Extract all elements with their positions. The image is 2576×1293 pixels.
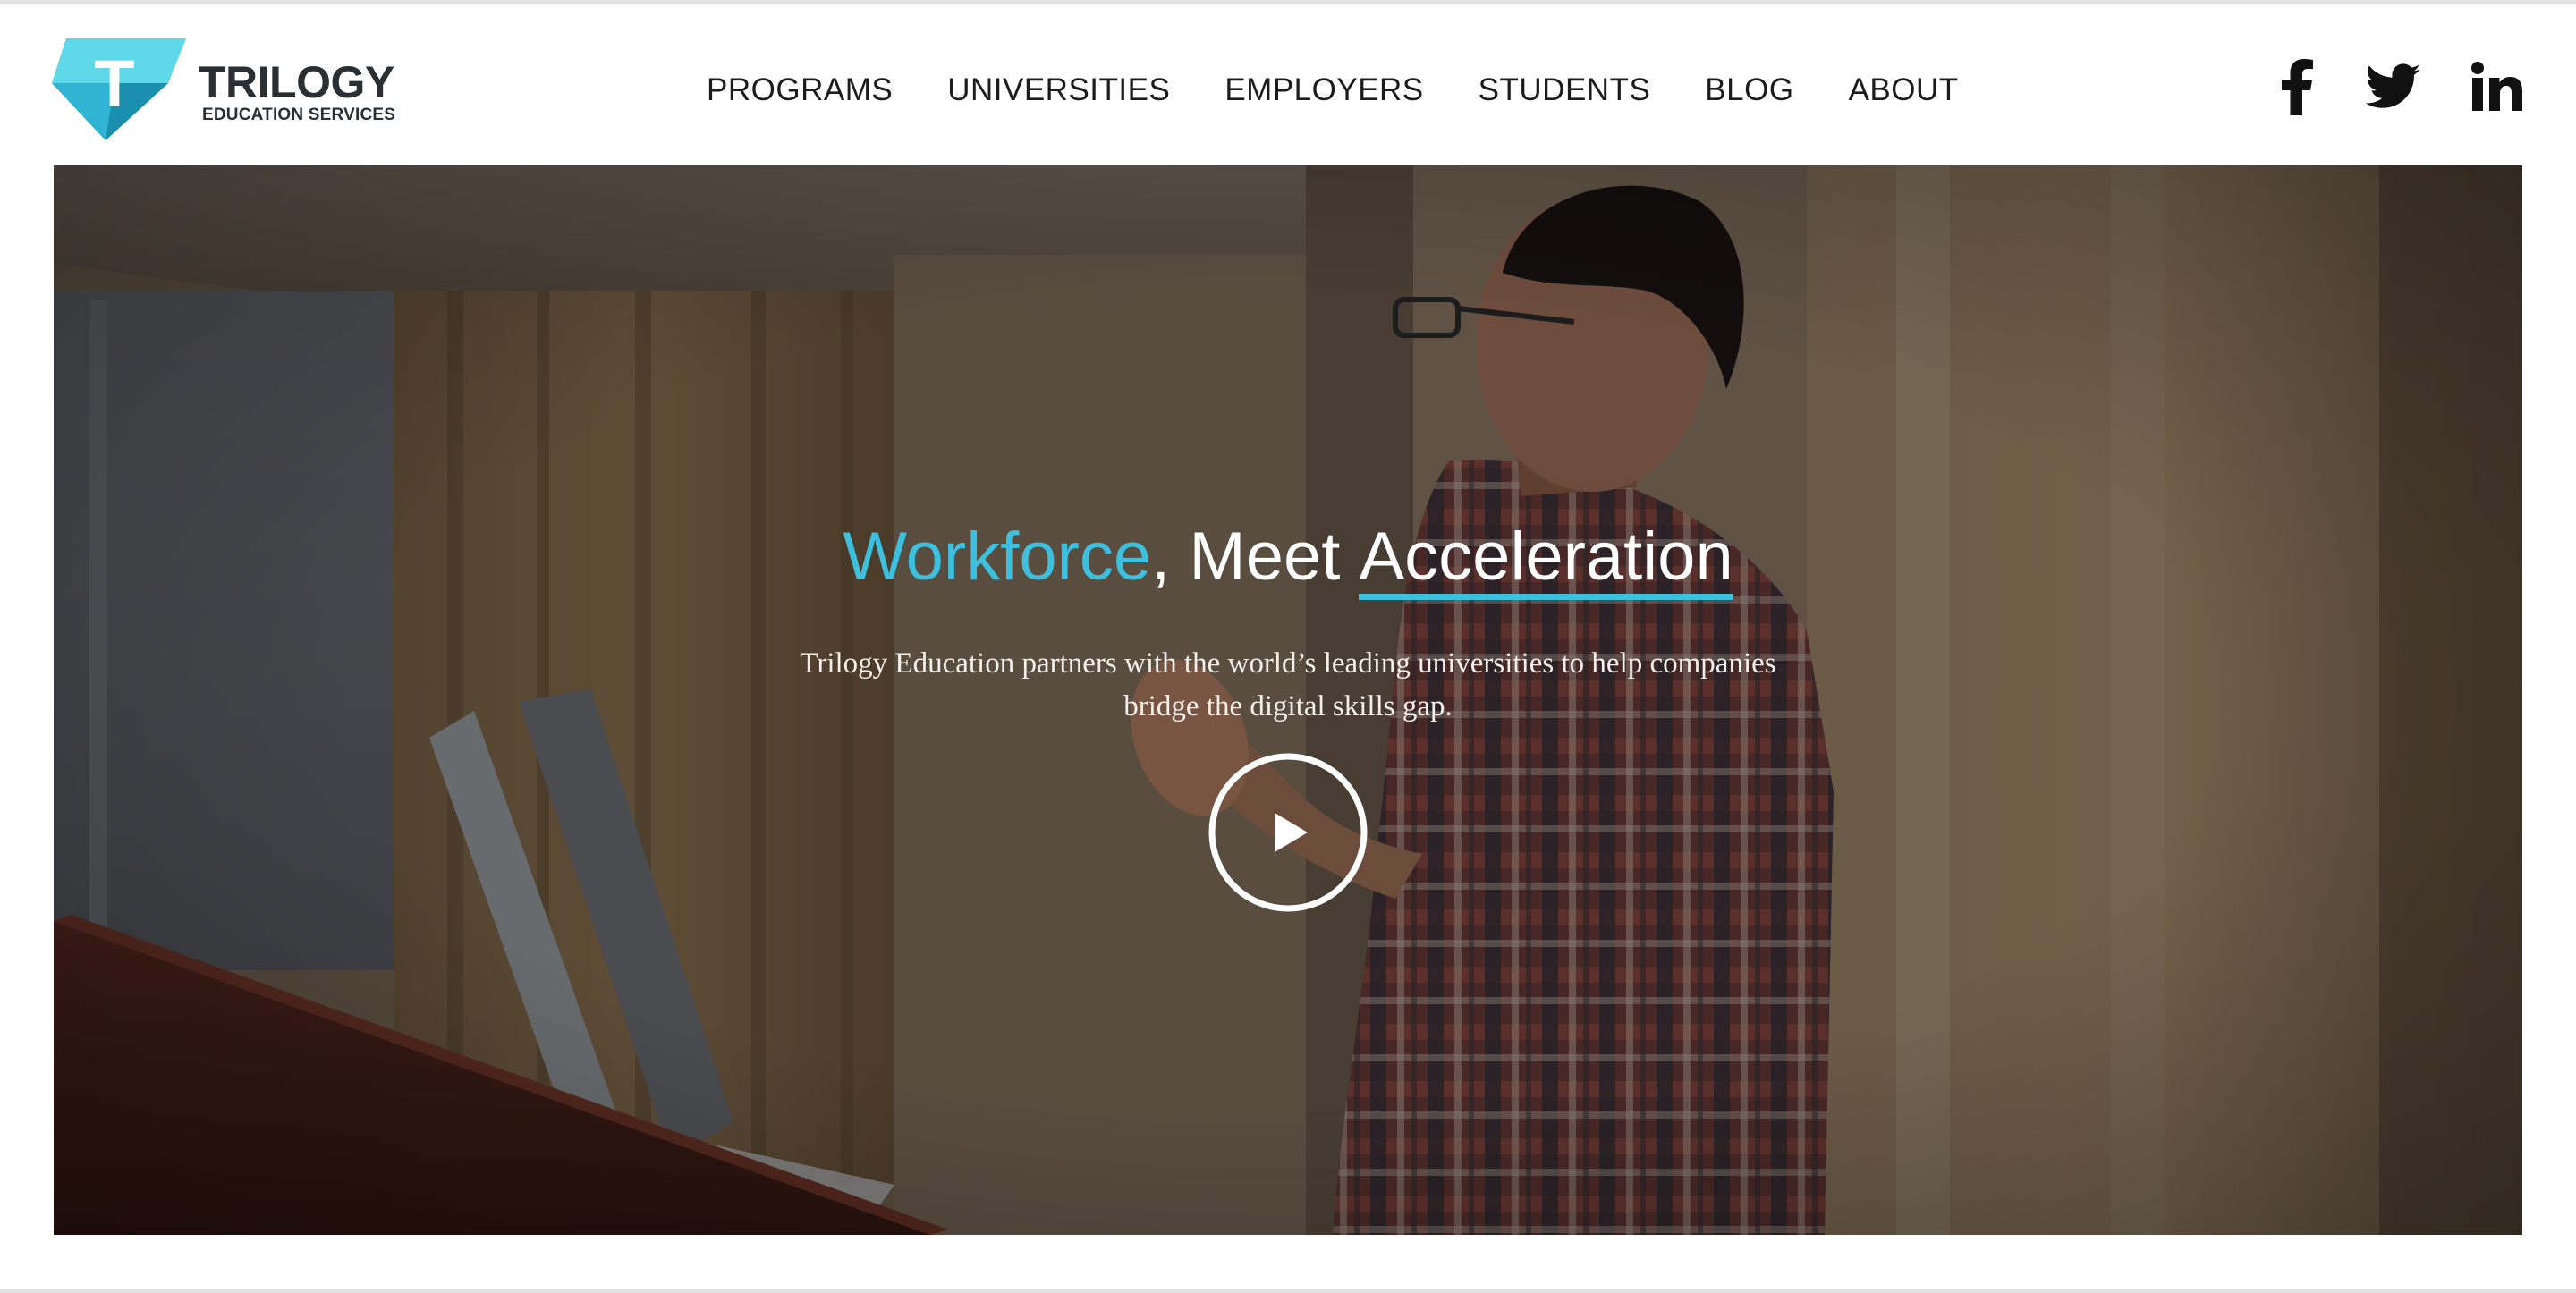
trilogy-logo-mark: T [52,38,186,140]
hero-description: Trilogy Education partners with the worl… [800,647,1776,723]
nav-item-programs[interactable]: PROGRAMS [707,72,893,108]
nav-item-about[interactable]: ABOUT [1849,72,1959,108]
play-video-button[interactable] [1208,752,1368,913]
trilogy-logo[interactable]: T TRILOGY EDUCATION SERVICES [52,38,410,146]
main-nav: PROGRAMS UNIVERSITIES EMPLOYERS STUDENTS… [707,65,1959,115]
logo-wordmark: TRILOGY [199,57,394,107]
svg-text:T: T [94,46,134,121]
site-header: T TRILOGY EDUCATION SERVICES PROGRAMS UN… [0,4,2576,165]
linkedin-icon[interactable] [2465,49,2529,124]
play-icon [1208,753,1368,912]
hero-title-middle: , Meet [1151,518,1360,595]
logo-text: TRILOGY EDUCATION SERVICES [199,60,395,126]
bottom-border [0,1289,2576,1293]
nav-item-blog[interactable]: BLOG [1705,72,1793,108]
nav-item-employers[interactable]: EMPLOYERS [1224,72,1423,108]
hero-title-accent: Workforce [843,518,1152,595]
hero-title-underlined: Acceleration [1359,520,1733,600]
facebook-icon[interactable] [2265,49,2329,124]
logo-subtitle: EDUCATION SERVICES [202,106,396,124]
nav-item-universities[interactable]: UNIVERSITIES [947,72,1170,108]
hero-title: Workforce, Meet Acceleration [54,517,2522,600]
nav-item-students[interactable]: STUDENTS [1479,72,1651,108]
hero-section: Workforce, Meet Acceleration Trilogy Edu… [54,165,2522,1235]
twitter-icon[interactable] [2361,49,2426,124]
